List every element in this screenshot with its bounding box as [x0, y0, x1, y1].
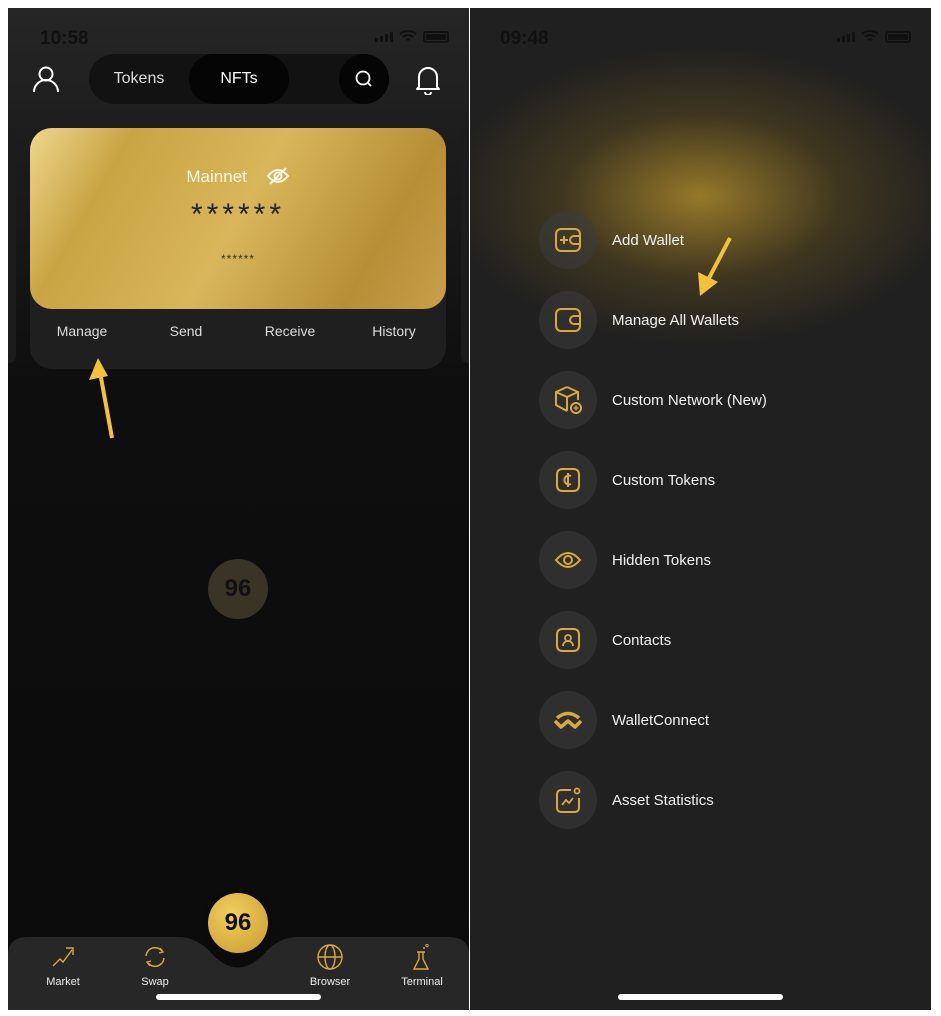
- manage-button[interactable]: Manage: [30, 323, 134, 339]
- wallet-home-screen: 10:58 Tokens NFTs Mainnet ****** ****** …: [8, 8, 469, 1010]
- next-card-peek[interactable]: [461, 128, 469, 363]
- add-wallet-icon: [555, 228, 581, 252]
- menu-item-custom-tokens[interactable]: Custom Tokens: [539, 440, 767, 520]
- coin-icon: [556, 468, 580, 492]
- globe-icon: [317, 944, 343, 970]
- contact-icon: [556, 628, 580, 652]
- battery-icon: [423, 30, 449, 43]
- annotation-arrow: [89, 358, 114, 439]
- menu-item-walletconnect[interactable]: WalletConnect: [539, 680, 767, 760]
- battery-icon: [885, 30, 911, 43]
- eye-icon: [554, 552, 582, 568]
- network-label: Mainnet: [30, 166, 446, 187]
- signal-icon: [375, 31, 393, 42]
- tab-nfts[interactable]: NFTs: [189, 54, 289, 104]
- wifi-icon: [399, 30, 417, 41]
- empty-state-logo-icon: 96: [208, 559, 268, 619]
- top-nav: Tokens NFTs: [89, 54, 389, 104]
- wifi-icon: [861, 30, 879, 41]
- annotation-arrow: [698, 237, 732, 296]
- status-icons: [375, 30, 449, 43]
- wallet-card: Mainnet ****** ****** Manage Send Receiv…: [30, 128, 446, 369]
- home-indicator: [156, 994, 321, 1000]
- swap-icon: [145, 946, 165, 968]
- bell-icon[interactable]: [413, 64, 443, 96]
- send-button[interactable]: Send: [134, 323, 238, 339]
- wallet-card-face[interactable]: Mainnet ****** ******: [30, 128, 446, 309]
- status-icons: [837, 30, 911, 43]
- menu-item-custom-network[interactable]: Custom Network (New): [539, 360, 767, 440]
- prev-card-peek[interactable]: [8, 128, 16, 363]
- history-button[interactable]: History: [342, 323, 446, 339]
- signal-icon: [837, 31, 855, 42]
- tab-tokens[interactable]: Tokens: [89, 54, 189, 104]
- wallet-menu-screen: 09:48 Add Wallet Manage All Wallets Cust…: [470, 8, 931, 1010]
- cube-plus-icon: [555, 386, 582, 414]
- search-button[interactable]: [339, 54, 389, 104]
- eye-off-icon[interactable]: [266, 166, 290, 186]
- wallet-icon: [555, 308, 581, 332]
- new-badge: (New): [726, 391, 767, 409]
- chart-arrow-icon: [52, 947, 74, 967]
- search-icon: [355, 70, 372, 87]
- status-time: 09:48: [500, 28, 549, 49]
- walletconnect-icon: [553, 711, 583, 729]
- tab-swap[interactable]: Swap: [120, 944, 190, 988]
- status-time: 10:58: [40, 28, 89, 49]
- card-actions: Manage Send Receive History: [30, 323, 446, 339]
- sub-balance-hidden: ******: [220, 252, 256, 266]
- tab-browser[interactable]: Browser: [295, 944, 365, 988]
- receive-button[interactable]: Receive: [238, 323, 342, 339]
- menu-item-hidden-tokens[interactable]: Hidden Tokens: [539, 520, 767, 600]
- balance-hidden: ******: [190, 198, 286, 231]
- user-icon[interactable]: [32, 64, 60, 94]
- tab-market[interactable]: Market: [28, 944, 98, 988]
- stats-icon: [556, 787, 581, 813]
- menu-item-asset-statistics[interactable]: Asset Statistics: [539, 760, 767, 840]
- center-logo-button[interactable]: 96: [208, 893, 268, 953]
- tab-terminal[interactable]: Terminal: [387, 944, 457, 988]
- home-indicator: [618, 994, 783, 1000]
- flask-icon: [412, 944, 430, 970]
- menu-item-contacts[interactable]: Contacts: [539, 600, 767, 680]
